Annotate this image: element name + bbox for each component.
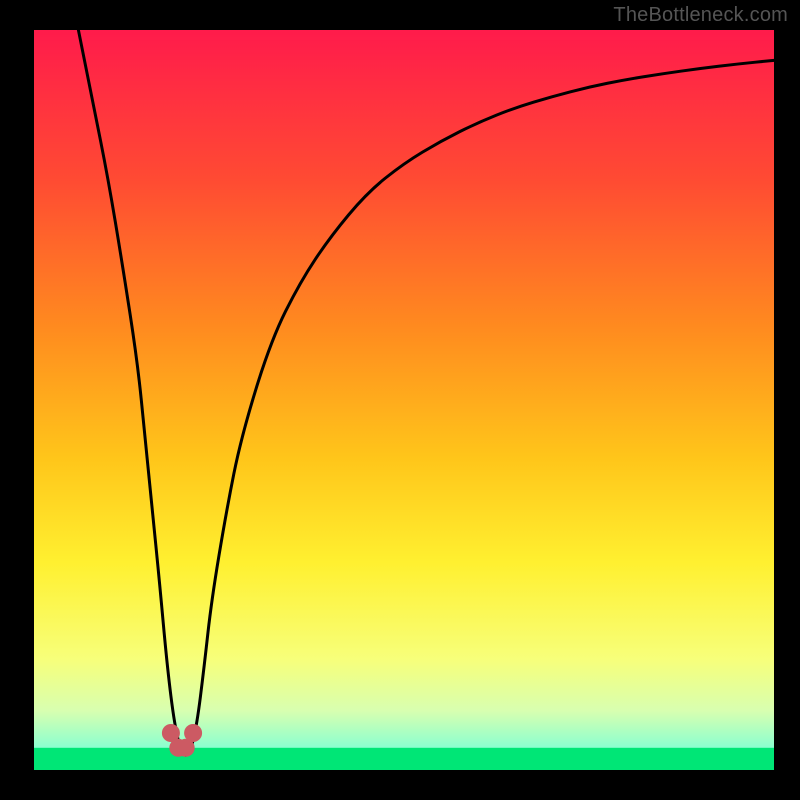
chart-frame: TheBottleneck.com — [0, 0, 800, 800]
bottom-band — [34, 748, 774, 770]
chart-svg — [0, 0, 800, 800]
min-marker-3 — [184, 724, 202, 742]
plot-background — [34, 30, 774, 770]
